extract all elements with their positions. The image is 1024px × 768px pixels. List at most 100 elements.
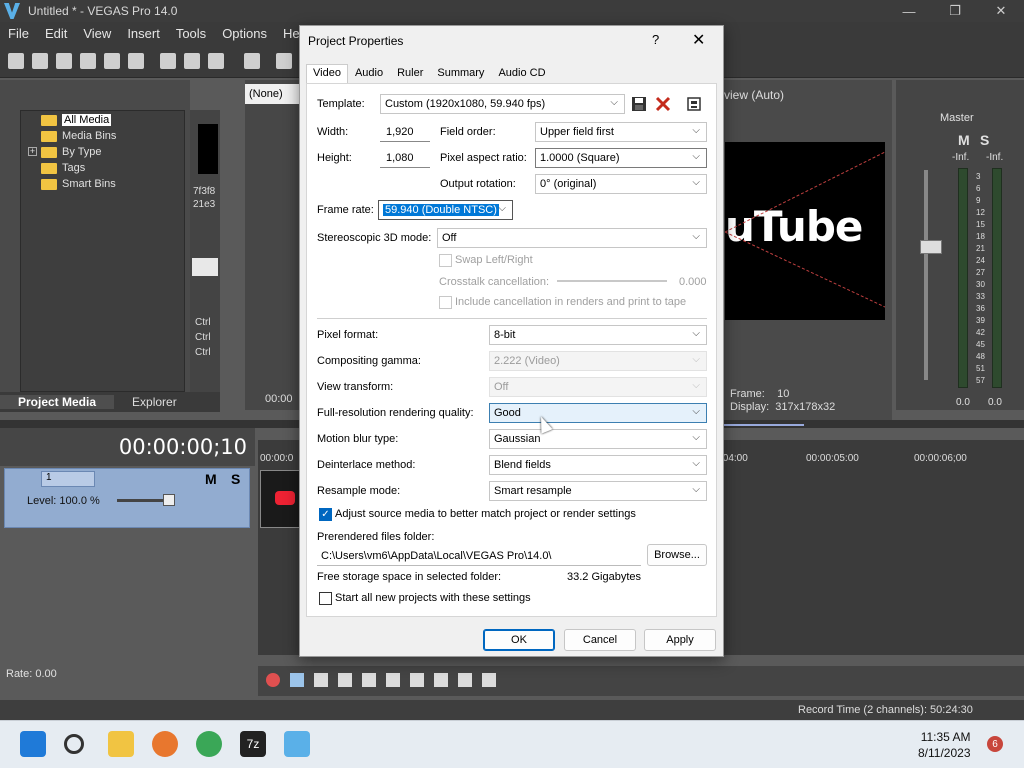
- prerendered-folder-input[interactable]: C:\Users\vm6\AppData\Local\VEGAS Pro\14.…: [317, 546, 641, 566]
- tab-audio-cd[interactable]: Audio CD: [491, 64, 553, 84]
- trimmer-selector[interactable]: (None): [245, 84, 303, 104]
- chevron-down-icon: ⌵: [692, 484, 700, 495]
- width-input[interactable]: 1,920: [380, 122, 430, 142]
- save-icon[interactable]: [56, 53, 72, 69]
- tab-summary[interactable]: Summary: [430, 64, 492, 84]
- expand-by-type[interactable]: +: [28, 147, 37, 156]
- play-icon[interactable]: [338, 673, 352, 687]
- menu-file[interactable]: File: [0, 26, 37, 41]
- compositing-gamma-dropdown[interactable]: 2.222 (Video) ⌵: [489, 351, 707, 371]
- frame-rate-dropdown[interactable]: 59.940 (Double NTSC) ⌵: [378, 200, 513, 220]
- tab-explorer[interactable]: Explorer: [114, 395, 195, 409]
- preview-quality[interactable]: view (Auto): [724, 88, 784, 102]
- tree-item-all-media[interactable]: All Media: [41, 112, 112, 128]
- height-input[interactable]: 1,080: [380, 148, 430, 168]
- adjust-source-media-checkbox[interactable]: ✓: [319, 508, 332, 521]
- tab-project-media[interactable]: Project Media: [0, 395, 115, 409]
- close-window-icon[interactable]: ✕: [978, 0, 1024, 22]
- next-frame-icon[interactable]: [482, 673, 496, 687]
- minimize-icon[interactable]: —: [886, 0, 932, 22]
- save-template-icon[interactable]: [630, 95, 648, 113]
- field-order-dropdown[interactable]: Upper field first ⌵: [535, 122, 707, 142]
- render-quality-dropdown[interactable]: Good ⌵: [489, 403, 707, 423]
- media-thumbnails: 7f3f8 21e3 Ctrl Ctrl Ctrl: [190, 110, 220, 392]
- new-project-icon[interactable]: [8, 53, 24, 69]
- delete-template-icon[interactable]: [654, 95, 672, 113]
- menu-options[interactable]: Options: [214, 26, 275, 41]
- include-cancellation-checkbox[interactable]: [439, 296, 452, 309]
- start-icon[interactable]: [20, 731, 46, 757]
- master-solo[interactable]: S: [980, 132, 989, 148]
- output-rotation-label: Output rotation:: [440, 178, 516, 190]
- track-solo[interactable]: S: [231, 471, 240, 487]
- render-icon[interactable]: [104, 53, 120, 69]
- open-icon[interactable]: [32, 53, 48, 69]
- record-icon[interactable]: [266, 673, 280, 687]
- crosstalk-slider[interactable]: [557, 280, 667, 282]
- master-fader-handle[interactable]: [920, 240, 942, 254]
- deinterlace-dropdown[interactable]: Blend fields ⌵: [489, 455, 707, 475]
- firefox-icon[interactable]: [152, 731, 178, 757]
- cut-icon[interactable]: [160, 53, 176, 69]
- stereo-3d-dropdown[interactable]: Off ⌵: [437, 228, 707, 248]
- video-clip[interactable]: [260, 470, 300, 528]
- swap-left-right-checkbox[interactable]: [439, 254, 452, 267]
- properties-gear-icon[interactable]: [128, 53, 144, 69]
- file-explorer-icon[interactable]: [108, 731, 134, 757]
- menu-tools[interactable]: Tools: [168, 26, 214, 41]
- go-to-start-icon[interactable]: [410, 673, 424, 687]
- restore-icon[interactable]: ❐: [932, 0, 978, 22]
- resample-mode-dropdown[interactable]: Smart resample ⌵: [489, 481, 707, 501]
- paste-icon[interactable]: [208, 53, 224, 69]
- help-icon[interactable]: ?: [652, 32, 659, 47]
- output-rotation-dropdown[interactable]: 0° (original) ⌵: [535, 174, 707, 194]
- app-title-bar: Untitled * - VEGAS Pro 14.0 — ❐ ✕: [0, 0, 1024, 22]
- tree-item-by-type[interactable]: By Type: [41, 144, 102, 160]
- menu-insert[interactable]: Insert: [119, 26, 168, 41]
- browse-button[interactable]: Browse...: [647, 544, 707, 566]
- redo-icon[interactable]: [276, 53, 292, 69]
- match-media-settings-icon[interactable]: [685, 95, 703, 113]
- track-mute[interactable]: M: [205, 471, 217, 487]
- media-thumbnail[interactable]: [198, 124, 218, 174]
- cancel-button[interactable]: Cancel: [564, 629, 636, 651]
- save-as-icon[interactable]: [80, 53, 96, 69]
- tab-ruler[interactable]: Ruler: [390, 64, 431, 84]
- apply-button[interactable]: Apply: [644, 629, 716, 651]
- tab-audio[interactable]: Audio: [347, 64, 391, 84]
- dialog-close-icon[interactable]: ✕: [692, 30, 705, 50]
- track-number[interactable]: 1: [41, 471, 95, 487]
- stop-icon[interactable]: [386, 673, 400, 687]
- pixel-format-dropdown[interactable]: 8-bit ⌵: [489, 325, 707, 345]
- tree-item-smart-bins[interactable]: Smart Bins: [41, 176, 116, 192]
- tab-video[interactable]: Video: [306, 64, 348, 84]
- vegas-taskbar-icon[interactable]: [284, 731, 310, 757]
- search-icon[interactable]: [64, 734, 84, 754]
- view-transform-dropdown[interactable]: Off ⌵: [489, 377, 707, 397]
- start-all-projects-label: Start all new projects with these settin…: [335, 592, 531, 604]
- motion-blur-dropdown[interactable]: Gaussian ⌵: [489, 429, 707, 449]
- tree-item-tags[interactable]: Tags: [41, 160, 85, 176]
- loop-icon[interactable]: [290, 673, 304, 687]
- undo-icon[interactable]: [244, 53, 260, 69]
- prev-frame-icon[interactable]: [458, 673, 472, 687]
- menu-edit[interactable]: Edit: [37, 26, 75, 41]
- go-to-end-icon[interactable]: [434, 673, 448, 687]
- ok-button[interactable]: OK: [483, 629, 555, 651]
- pixel-aspect-dropdown[interactable]: 1.0000 (Square) ⌵: [535, 148, 707, 168]
- level-slider-handle[interactable]: [163, 494, 175, 506]
- play-from-start-icon[interactable]: [314, 673, 328, 687]
- chrome-icon[interactable]: [196, 731, 222, 757]
- meter-scale-label: 48: [976, 352, 985, 361]
- 7zip-icon[interactable]: 7z: [240, 731, 266, 757]
- notification-badge[interactable]: 6: [987, 736, 1003, 752]
- loop-region[interactable]: [724, 424, 804, 426]
- menu-view[interactable]: View: [75, 26, 119, 41]
- copy-icon[interactable]: [184, 53, 200, 69]
- tree-item-media-bins[interactable]: Media Bins: [41, 128, 116, 144]
- system-clock[interactable]: 11:35 AM 8/11/2023: [918, 729, 971, 761]
- master-mute[interactable]: M: [958, 132, 970, 148]
- pause-icon[interactable]: [362, 673, 376, 687]
- template-dropdown[interactable]: Custom (1920x1080, 59.940 fps) ⌵: [380, 94, 625, 114]
- start-all-projects-checkbox[interactable]: [319, 592, 332, 605]
